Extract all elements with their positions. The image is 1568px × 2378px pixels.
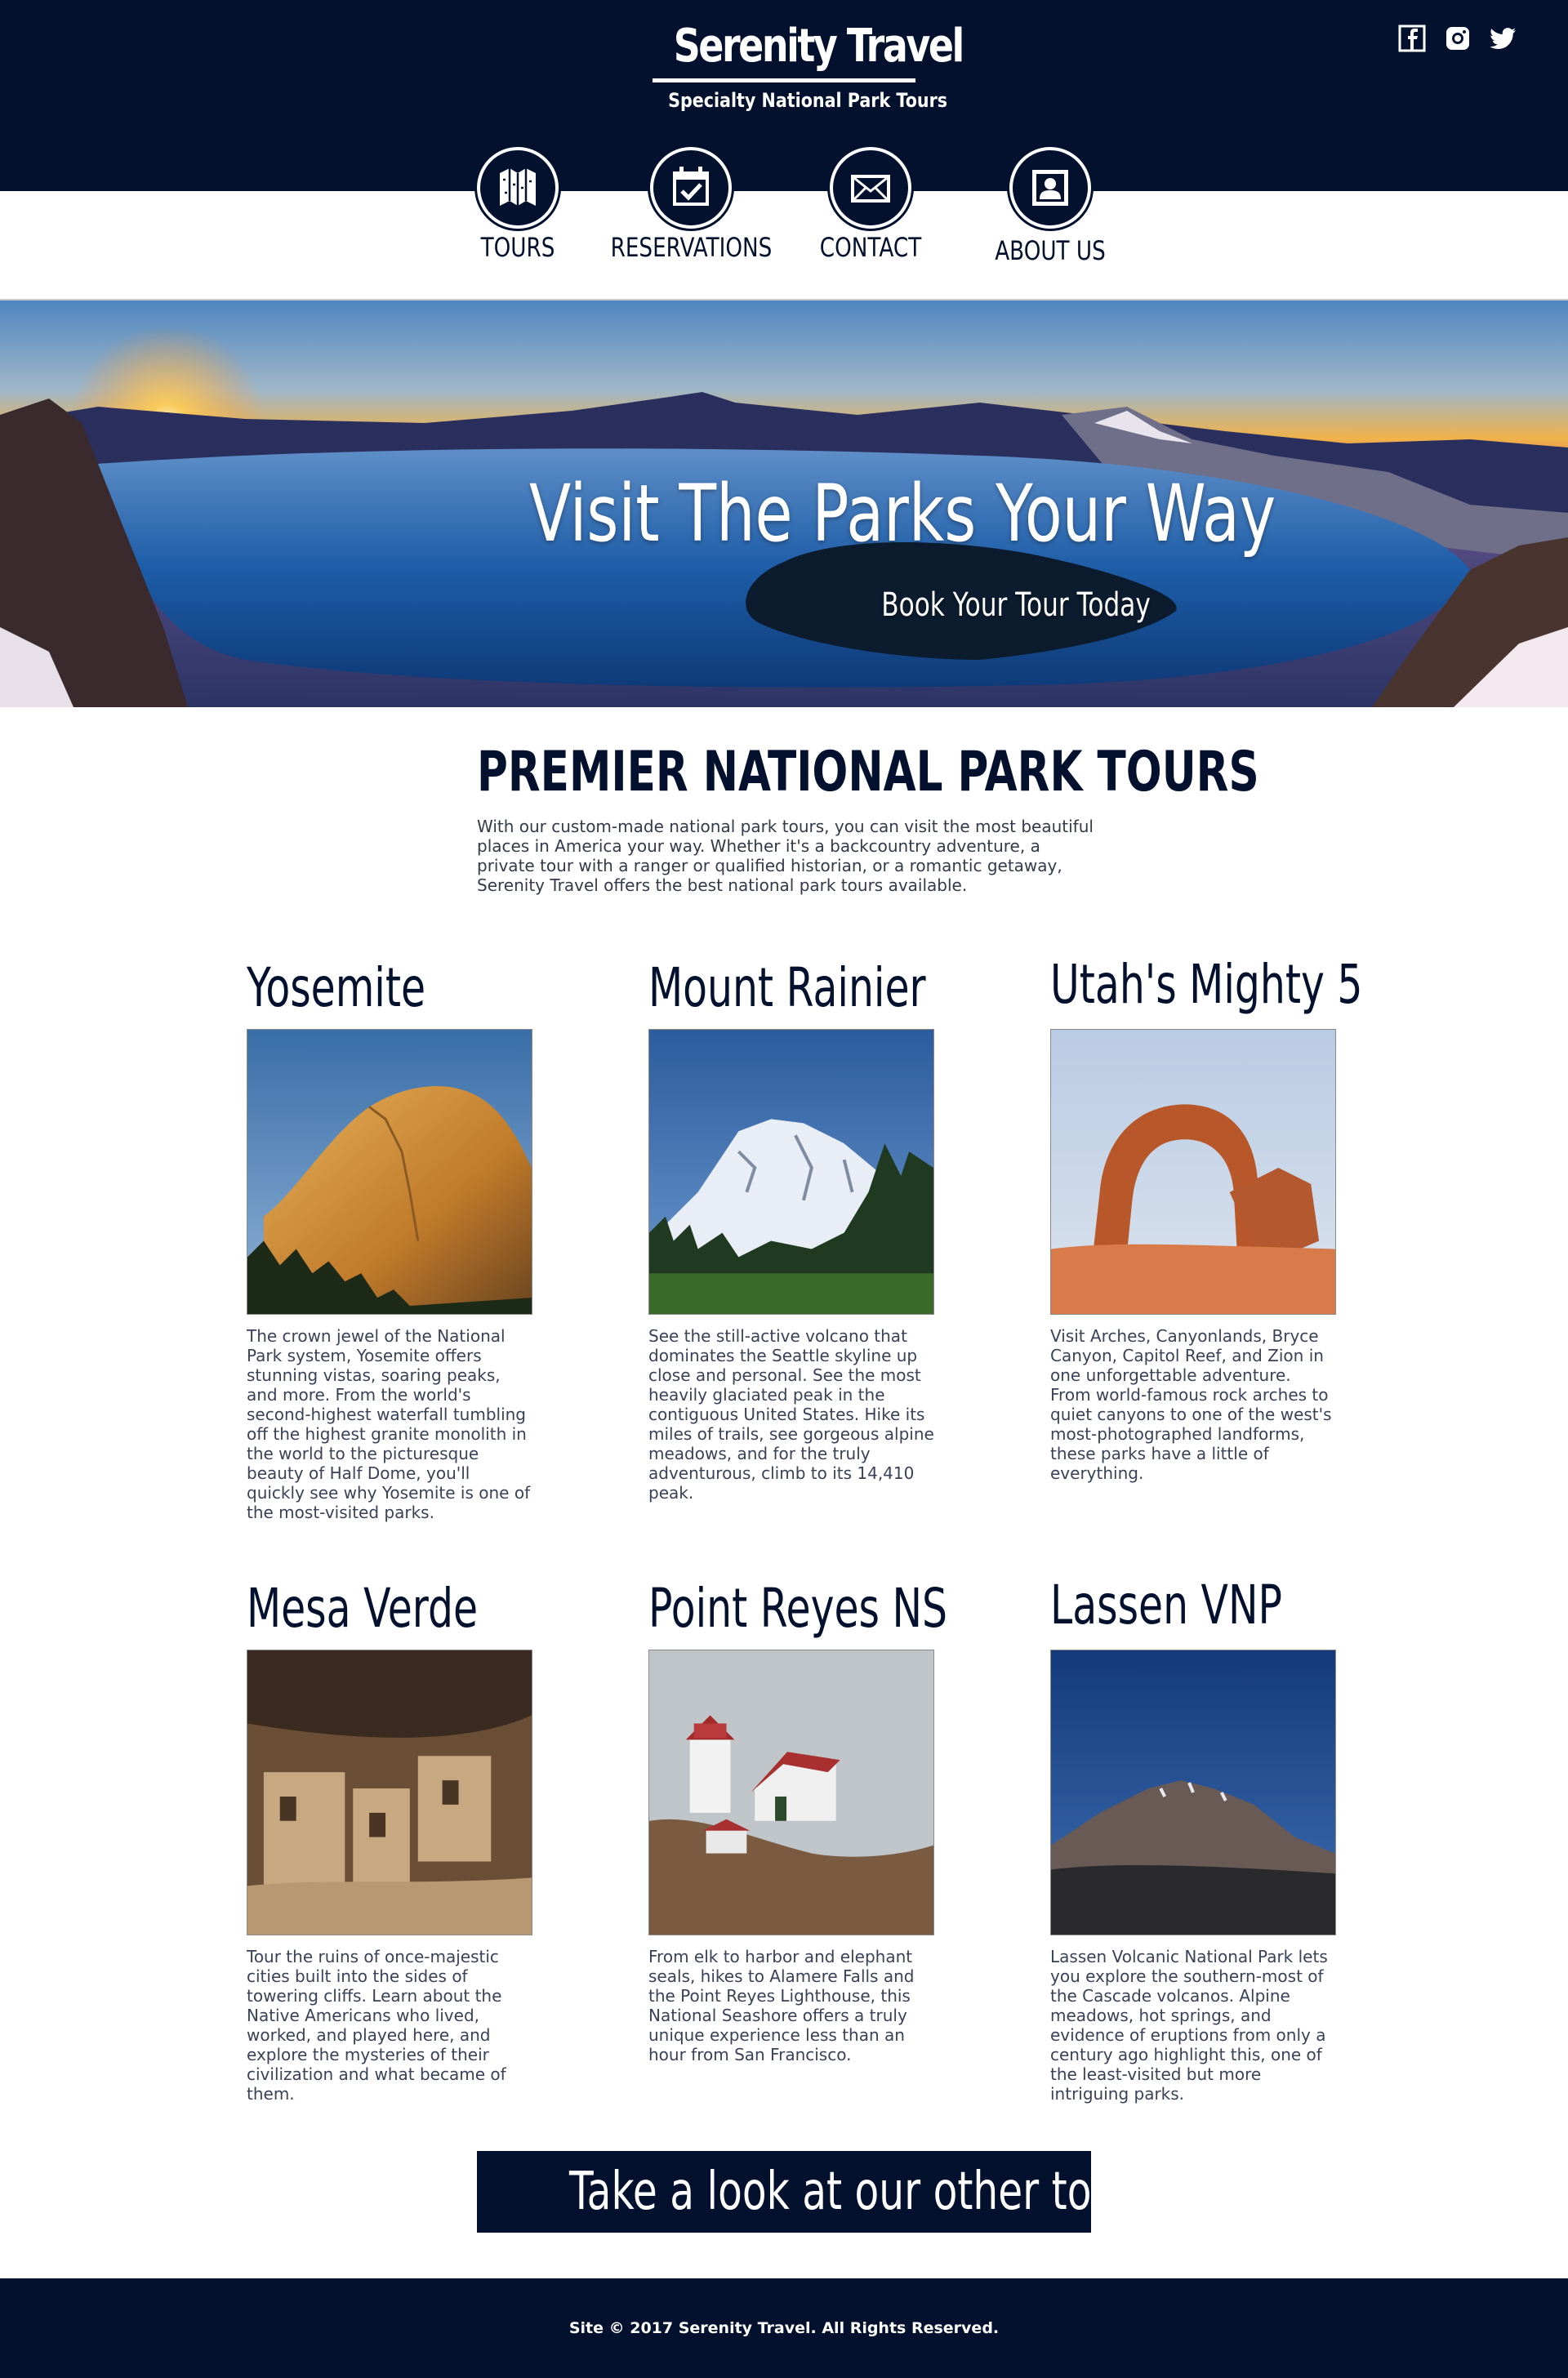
nav-contact-button[interactable] (830, 147, 911, 229)
site-tagline: Specialty National Park Tours (668, 89, 948, 112)
park-title[interactable]: Mount Rainier (648, 955, 926, 1021)
site-header: Serenity Travel Specialty National Park … (0, 0, 1568, 191)
park-image-lassen[interactable] (1050, 1650, 1336, 1935)
park-image-mount-rainier[interactable] (648, 1029, 934, 1315)
envelope-icon (851, 175, 890, 203)
delicate-arch-image (1051, 1030, 1335, 1314)
other-tours-label: Take a look at our other tours (568, 2162, 1091, 2222)
nav-contact-label[interactable]: CONTACT (791, 232, 951, 263)
half-dome-image (247, 1030, 532, 1314)
twitter-icon[interactable] (1490, 24, 1517, 52)
park-image-point-reyes[interactable] (648, 1650, 934, 1935)
cliff-dwelling-image (247, 1650, 532, 1935)
park-description: The crown jewel of the National Park sys… (247, 1326, 531, 1522)
park-card-mount-rainier[interactable]: Mount Rainier See the still-active volca… (648, 955, 934, 1503)
person-icon (1032, 170, 1068, 206)
park-card-utahs-mighty-5[interactable]: Utah's Mighty 5 Visit Arches, Canyonland… (1050, 952, 1362, 1483)
map-icon (500, 168, 536, 206)
nav-reservations-button[interactable] (650, 147, 732, 229)
hero-title: Visit The Parks Your Way (529, 468, 1276, 559)
lighthouse-image (649, 1650, 933, 1935)
instagram-icon[interactable] (1444, 24, 1472, 52)
site-footer: Site © 2017 Serenity Travel. All Rights … (0, 2278, 1568, 2378)
nav-about-label[interactable]: ABOUT US (970, 235, 1131, 266)
site-title: Serenity Travel (673, 20, 965, 73)
park-image-yosemite[interactable] (247, 1029, 532, 1315)
park-card-lassen[interactable]: Lassen VNP Lassen Volcanic National Park… (1050, 1573, 1336, 2104)
nav-tours-button[interactable] (477, 147, 559, 229)
mount-rainier-image (649, 1030, 933, 1314)
park-card-point-reyes[interactable]: Point Reyes NS From elk to harbor and el… (648, 1576, 947, 2064)
intro-heading: PREMIER NATIONAL PARK TOURS (477, 740, 1259, 804)
nav-about-button[interactable] (1009, 147, 1091, 229)
brand[interactable]: Serenity Travel Specialty National Park … (649, 15, 965, 118)
facebook-icon[interactable] (1398, 24, 1426, 52)
park-description: From elk to harbor and elephant seals, h… (648, 1947, 915, 2064)
other-tours-button[interactable]: Take a look at our other tours (477, 2151, 1091, 2233)
park-title[interactable]: Utah's Mighty 5 (1050, 952, 1362, 1018)
intro-paragraph: With our custom-made national park tours… (477, 817, 1094, 895)
park-title[interactable]: Point Reyes NS (648, 1576, 947, 1641)
hero-subtitle[interactable]: Book Your Tour Today (881, 586, 1151, 624)
park-description: See the still-active volcano that domina… (648, 1326, 934, 1503)
park-image-mesa-verde[interactable] (247, 1650, 532, 1935)
lassen-peak-image (1051, 1650, 1335, 1935)
park-card-yosemite[interactable]: Yosemite The crown jewel of the National… (247, 955, 532, 1522)
park-image-utah[interactable] (1050, 1029, 1336, 1315)
park-description: Lassen Volcanic National Park lets you e… (1050, 1947, 1328, 2104)
park-description: Tour the ruins of once-majestic cities b… (247, 1947, 506, 2104)
park-title[interactable]: Mesa Verde (247, 1576, 478, 1641)
park-description: Visit Arches, Canyonlands, Bryce Canyon,… (1050, 1326, 1332, 1483)
park-card-mesa-verde[interactable]: Mesa Verde Tour the ruins of once-majest… (247, 1576, 532, 2104)
calendar-check-icon (673, 167, 709, 206)
nav-tours-label[interactable]: TOURS (438, 232, 599, 263)
park-title[interactable]: Yosemite (247, 955, 458, 1021)
social-links (1398, 24, 1517, 52)
copyright-text: Site © 2017 Serenity Travel. All Rights … (568, 2319, 1000, 2337)
park-title[interactable]: Lassen VNP (1050, 1573, 1282, 1638)
nav-reservations-label[interactable]: RESERVATIONS (611, 232, 773, 263)
hero-banner: Visit The Parks Your Way Book Your Tour … (0, 301, 1568, 707)
